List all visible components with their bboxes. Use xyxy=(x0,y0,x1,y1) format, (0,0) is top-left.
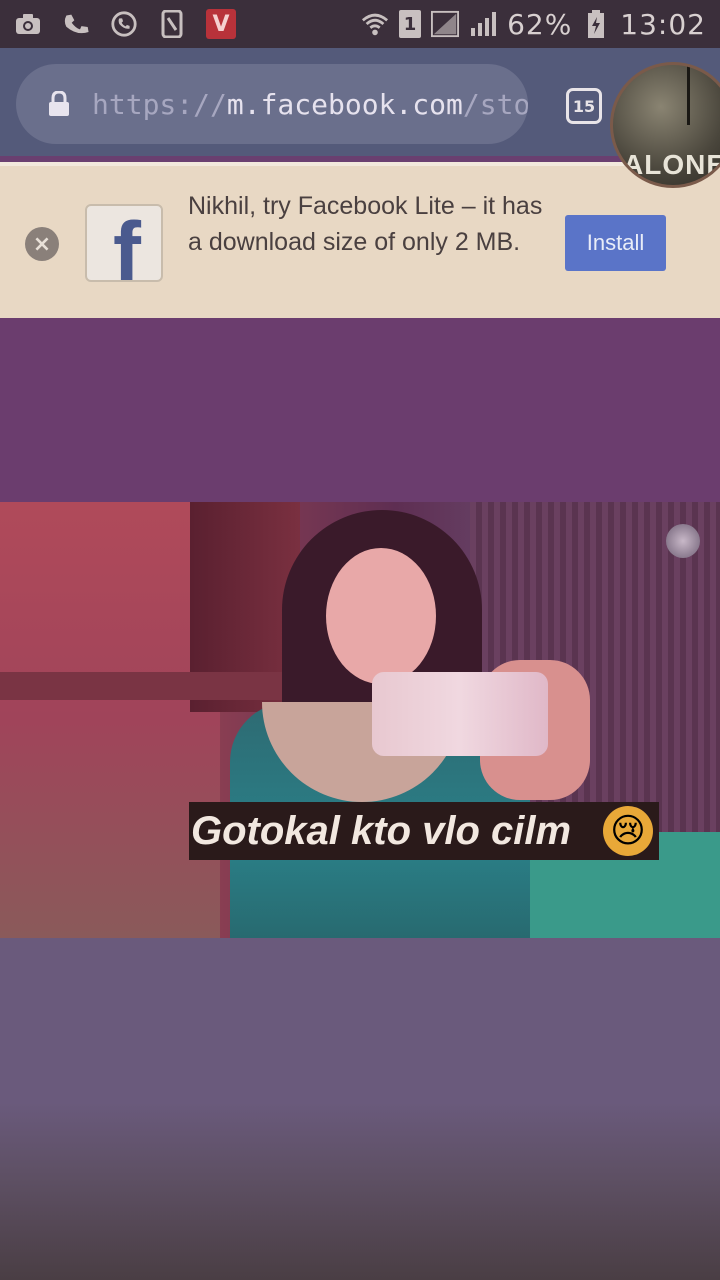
close-banner-button[interactable]: × xyxy=(25,227,59,261)
photo-wall xyxy=(0,502,220,938)
status-right-icons: 1 62% 13:02 xyxy=(361,8,706,41)
signal-icon-2 xyxy=(469,10,497,38)
facebook-logo-letter: f xyxy=(113,205,141,282)
facebook-logo-icon: f xyxy=(85,204,163,282)
camera-icon xyxy=(14,10,42,38)
phone-icon xyxy=(62,10,90,38)
address-bar[interactable]: https://m.facebook.com/storie xyxy=(16,64,528,144)
sim-slot-label: 1 xyxy=(403,13,417,35)
avatar-text: ALONE xyxy=(623,149,720,180)
url-path: /storie xyxy=(462,87,528,121)
signal-icon-1 xyxy=(431,10,460,38)
battery-icon xyxy=(582,10,610,38)
story-background-bottom xyxy=(0,938,720,1280)
url-scheme: https:// xyxy=(92,87,227,121)
screenshot-icon xyxy=(158,10,186,38)
lock-icon xyxy=(49,91,69,116)
sim-slot-icon: 1 xyxy=(399,10,422,38)
tab-count: 15 xyxy=(572,96,596,116)
url-text: https://m.facebook.com/storie xyxy=(92,88,528,121)
photo-lamp xyxy=(666,524,700,558)
photo-shelf xyxy=(0,672,290,700)
status-left-icons: V xyxy=(14,9,236,39)
clock-time: 13:02 xyxy=(620,7,706,41)
battery-percent: 62% xyxy=(507,7,573,41)
close-icon: × xyxy=(32,231,52,257)
story-caption: Gotokal kto vlo cilm 😢 xyxy=(189,802,659,860)
url-host: m.facebook.com xyxy=(226,87,463,121)
caption-text: Gotokal kto vlo cilm xyxy=(191,808,572,853)
vidmate-icon: V xyxy=(206,9,236,39)
avatar-photo-detail xyxy=(687,65,690,125)
story-background-top xyxy=(0,318,720,502)
whatsapp-icon xyxy=(110,10,138,38)
facebook-lite-banner: × f Nikhil, try Facebook Lite – it has a… xyxy=(0,162,720,318)
avatar[interactable]: ALONE xyxy=(610,62,720,188)
photo-phone xyxy=(372,672,548,756)
crying-face-icon: 😢 xyxy=(603,806,653,856)
wifi-icon xyxy=(361,10,389,38)
status-bar: V 1 62% 13:02 xyxy=(0,0,720,48)
photo-person-face xyxy=(326,548,436,684)
install-button[interactable]: Install xyxy=(565,215,666,271)
banner-message: Nikhil, try Facebook Lite – it has a dow… xyxy=(188,192,543,256)
story-photo[interactable] xyxy=(0,502,720,938)
tab-switcher-button[interactable]: 15 xyxy=(566,88,602,124)
